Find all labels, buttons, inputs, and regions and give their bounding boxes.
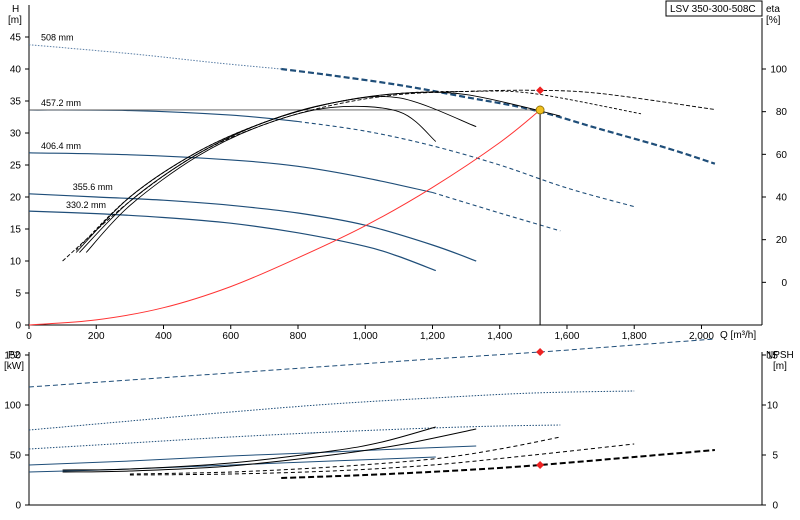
power-curve (28, 338, 715, 388)
npsh-tick-label: 5 (772, 451, 778, 462)
head-curve-label: 330.2 mm (66, 200, 106, 210)
x-tick-label: 200 (88, 331, 105, 342)
p2-tick-label: 0 (15, 501, 21, 512)
upper-y-label-h: H (12, 4, 19, 15)
head-curve-dashed (297, 120, 635, 208)
x-tick-label: 1,400 (487, 331, 512, 342)
efficiency-curve (75, 91, 561, 253)
efficiency-curve (62, 89, 715, 262)
p2-tick-label: 100 (4, 401, 21, 412)
npsh-tick-label: 10 (767, 401, 779, 412)
power-curve (28, 445, 477, 466)
power-curve (28, 390, 635, 431)
duty-point-marker (535, 105, 545, 115)
efficiency-curve (85, 105, 437, 253)
pump-curve-chart: LSV 350-300-508C H [m] eta [%] Q [m³/h] … (0, 0, 800, 520)
npsh-tick-label: 15 (767, 351, 779, 362)
y-tick-label: 5 (15, 289, 21, 300)
y-tick-label: 25 (10, 161, 22, 172)
npsh-point-marker (536, 461, 545, 469)
y-tick-label: 30 (10, 129, 22, 140)
head-curve-dashed (432, 191, 561, 232)
head-curve-508-thin (28, 44, 282, 70)
y-tick-label: 10 (10, 257, 22, 268)
head-curve-label: 508 mm (41, 33, 74, 43)
head-curve-label: 406.4 mm (41, 141, 81, 151)
chart-title: LSV 350-300-508C (670, 4, 756, 15)
y-tick-label: 40 (10, 65, 22, 76)
y-tick-label: 45 (10, 33, 22, 44)
labels-layer: 508 mm 457.2 mm 406.4 mm 355.6 mm 330.2 mm (41, 33, 113, 210)
upper-y2-label-eta: eta (766, 4, 780, 15)
eta-tick-label: 40 (776, 193, 788, 204)
ticks-layer: 0 200 400 600 800 1,000 1,200 1,400 1,600 1,800 2,… (4, 33, 787, 512)
power-point-marker (536, 348, 545, 356)
y-tick-label: 35 (10, 97, 22, 108)
upper-y2-label-unit: [%] (766, 15, 781, 26)
x-tick-label: 400 (155, 331, 172, 342)
lower-y-label-unit: [kW] (4, 361, 24, 372)
chart-svg: LSV 350-300-508C H [m] eta [%] Q [m³/h] … (4, 0, 794, 512)
eta-tick-label: 60 (776, 150, 788, 161)
power-curve (28, 424, 561, 450)
x-axis-label: Q [m³/h] (720, 330, 756, 341)
x-tick-label: 0 (26, 331, 32, 342)
y-tick-label: 0 (15, 321, 21, 332)
x-tick-label: 1,800 (622, 331, 647, 342)
x-tick-label: 800 (290, 331, 307, 342)
system-curve (28, 109, 541, 326)
x-tick-label: 1,200 (420, 331, 445, 342)
eta-tick-label: 80 (776, 107, 788, 118)
lower-y2-label-unit: [m] (773, 361, 787, 372)
x-tick-label: 1,600 (554, 331, 579, 342)
eta-tick-label: 100 (770, 65, 787, 76)
head-curve-label: 355.6 mm (73, 182, 113, 192)
y-tick-label: 20 (10, 193, 22, 204)
head-curve-solid (28, 109, 299, 123)
x-tick-label: 1,000 (353, 331, 378, 342)
eta-tick-label: 20 (776, 235, 788, 246)
eta-tick-label: 0 (781, 278, 787, 289)
y-tick-label: 15 (10, 225, 22, 236)
p2-tick-label: 150 (4, 351, 21, 362)
npsh-tick-label: 0 (772, 501, 778, 512)
upper-y-label-unit: [m] (8, 15, 22, 26)
head-curve-508-bold (281, 67, 716, 165)
p2-tick-label: 50 (10, 451, 22, 462)
x-tick-label: 600 (222, 331, 239, 342)
eta-point-marker (536, 86, 545, 95)
curves-layer (28, 44, 716, 479)
npsh-curve (281, 449, 715, 479)
head-curve-label: 457.2 mm (41, 98, 81, 108)
